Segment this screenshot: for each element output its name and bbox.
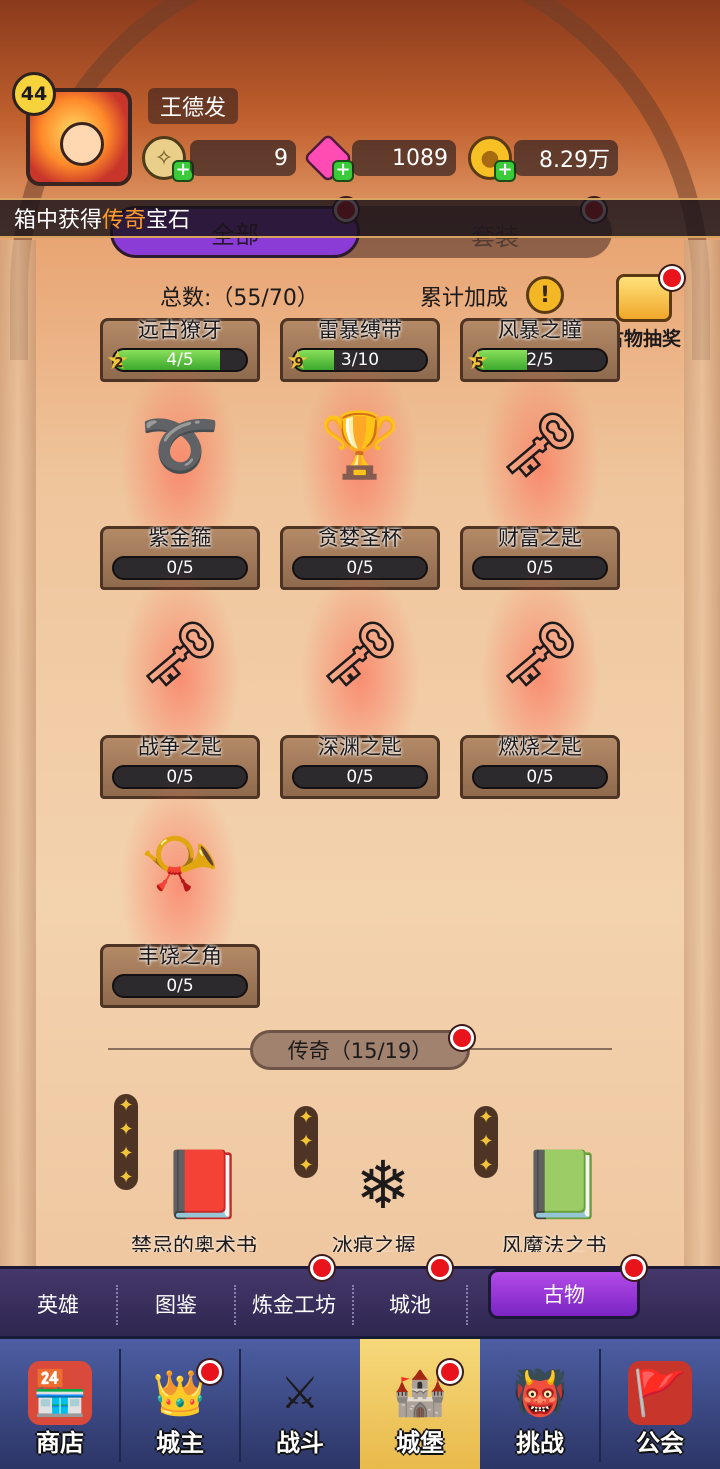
add-gold-button[interactable]: + xyxy=(494,160,516,182)
progress-text: 0/5 xyxy=(166,976,194,996)
relics-notification-dot xyxy=(622,1256,646,1280)
star-glyph: ✦ xyxy=(298,1131,314,1152)
nav-label: 城主 xyxy=(156,1429,204,1457)
subnav-city[interactable]: 城池 xyxy=(354,1269,466,1339)
nav-guild[interactable]: 🚩 公会 xyxy=(600,1339,720,1469)
star-glyph: ✦ xyxy=(478,1107,494,1128)
subnav-alchemy-workshop[interactable]: 炼金工坊 xyxy=(236,1269,352,1339)
guild-banner-icon: 🚩 xyxy=(628,1361,692,1425)
crossed-swords-icon: ⚔ xyxy=(280,1367,320,1419)
relic-name: 燃烧之匙 xyxy=(498,735,582,759)
progress-text: 0/5 xyxy=(346,767,374,787)
subnav-separator xyxy=(466,1285,468,1325)
progress-bar: 0/5 xyxy=(472,765,608,789)
total-count: 总数:（55/70） xyxy=(160,286,319,311)
player-name: 王德发 xyxy=(148,88,239,124)
demon-helmet-icon: 👹 xyxy=(512,1368,568,1419)
ticker-prefix: 箱中获得 xyxy=(14,208,103,233)
player-avatar[interactable]: 44 xyxy=(12,72,132,188)
star-rank-icon: ✦ ✦ ✦ xyxy=(474,1106,498,1178)
relic-name: 丰饶之角 xyxy=(138,944,222,968)
gold-count: 8.29万 xyxy=(514,140,618,176)
golden-circlet-icon: ➰ xyxy=(140,408,220,483)
star-glyph: ✦ xyxy=(298,1155,314,1176)
subnav-relics[interactable]: 古物 xyxy=(488,1269,640,1319)
greed-grail-icon: 🏆 xyxy=(320,408,400,483)
nav-battle[interactable]: ⚔ 战斗 xyxy=(240,1339,360,1469)
legendary-card[interactable]: ✦ ✦ ✦ 📗 风魔法之书 xyxy=(474,1102,634,1252)
progress-bar: 0/5 xyxy=(112,974,248,998)
ticker-highlight: 传奇 xyxy=(102,208,147,233)
relic-grid: 远古獠牙 4/5 ★2 雷暴缚带 3/10 ★9 风暴之瞳 2/5 ★5 ➰ 紫… xyxy=(0,318,720,1018)
nav-label: 挑战 xyxy=(516,1429,564,1457)
sub-navigation: 英雄 图鉴 炼金工坊 城池 古物 xyxy=(0,1266,720,1336)
relic-card[interactable]: 📯 丰饶之角 0/5 xyxy=(100,738,260,1008)
legendary-card[interactable]: ✦ ✦ ✦ ❄ 冰痕之握 xyxy=(294,1102,454,1252)
burning-key-icon: 🗝 xyxy=(499,617,581,692)
star-glyph: ✦ xyxy=(118,1143,134,1164)
nav-label: 城堡 xyxy=(396,1429,444,1457)
legendary-card[interactable]: ✦ ✦ ✦ ✦ 📕 禁忌的奥术书 xyxy=(114,1090,274,1252)
war-key-icon: 🗝 xyxy=(139,617,221,692)
legendary-list: ✦ ✦ ✦ ✦ 📕 禁忌的奥术书 ✦ ✦ ✦ ❄ 冰痕之握 ✦ ✦ ✦ 📗 风魔法之书 xyxy=(0,1086,720,1252)
nav-label: 商店 xyxy=(36,1429,84,1457)
progress-text: 0/5 xyxy=(526,767,554,787)
token-count: 9 xyxy=(190,140,296,176)
legendary-section-header[interactable]: 传奇（15/19） xyxy=(250,1030,470,1070)
avatar-face xyxy=(60,122,104,166)
progress-bar: 0/5 xyxy=(292,765,428,789)
star-rank-icon: ✦ ✦ ✦ xyxy=(294,1106,318,1178)
lottery-notification-dot xyxy=(660,266,684,290)
subnav-codex[interactable]: 图鉴 xyxy=(118,1269,234,1339)
ticker-suffix: 宝石 xyxy=(146,208,191,233)
legendary-notification-dot xyxy=(450,1026,474,1050)
wind-magic-book-icon: 📗 xyxy=(521,1146,605,1223)
alchemy-notification-dot xyxy=(310,1256,334,1280)
abyss-key-icon: 🗝 xyxy=(319,617,401,692)
relic-card[interactable]: 🗝 燃烧之匙 0/5 xyxy=(460,529,620,799)
horn-of-plenty-icon: 📯 xyxy=(140,826,220,901)
nav-label: 战斗 xyxy=(276,1429,324,1457)
star-glyph: ✦ xyxy=(298,1107,314,1128)
wealth-key-icon: 🗝 xyxy=(499,408,581,483)
nav-shop[interactable]: 🏪 商店 xyxy=(0,1339,120,1469)
nav-label: 公会 xyxy=(636,1429,684,1457)
castle-notification-dot xyxy=(438,1360,462,1384)
gem-count: 1089 xyxy=(352,140,456,176)
main-navigation: 🏪 商店 👑 城主 ⚔ 战斗 🏰 城堡 👹 挑战 🚩 公会 xyxy=(0,1336,720,1469)
star-glyph: ✦ xyxy=(118,1095,134,1116)
bonus-info-icon[interactable]: ! xyxy=(526,276,564,314)
player-level-badge: 44 xyxy=(12,72,56,116)
nav-lord[interactable]: 👑 城主 xyxy=(120,1339,240,1469)
relic-name: 深渊之匙 xyxy=(318,735,402,759)
star-glyph: ✦ xyxy=(478,1131,494,1152)
star-glyph: ✦ xyxy=(478,1155,494,1176)
legendary-name: 冰痕之握 xyxy=(332,1234,416,1252)
star-glyph: ✦ xyxy=(118,1119,134,1140)
star-glyph: ✦ xyxy=(118,1167,134,1188)
announcement-ticker: 箱中获得 传奇 宝石 xyxy=(0,198,720,238)
legendary-name: 风魔法之书 xyxy=(501,1234,607,1252)
star-rank-icon: ✦ ✦ ✦ ✦ xyxy=(114,1094,138,1190)
shop-icon: 🏪 xyxy=(28,1361,92,1425)
relic-card[interactable]: 🗝 深渊之匙 0/5 xyxy=(280,529,440,799)
nav-castle[interactable]: 🏰 城堡 xyxy=(360,1339,480,1469)
city-notification-dot xyxy=(428,1256,452,1280)
subnav-heroes[interactable]: 英雄 xyxy=(0,1269,116,1339)
ice-grip-icon: ❄ xyxy=(355,1146,411,1224)
nav-challenge[interactable]: 👹 挑战 xyxy=(480,1339,600,1469)
add-gem-button[interactable]: + xyxy=(332,160,354,182)
legendary-name: 禁忌的奥术书 xyxy=(131,1234,257,1252)
cumulative-bonus-label: 累计加成 xyxy=(420,286,509,311)
lord-notification-dot xyxy=(198,1360,222,1384)
forbidden-arcane-book-icon: 📕 xyxy=(161,1146,245,1223)
